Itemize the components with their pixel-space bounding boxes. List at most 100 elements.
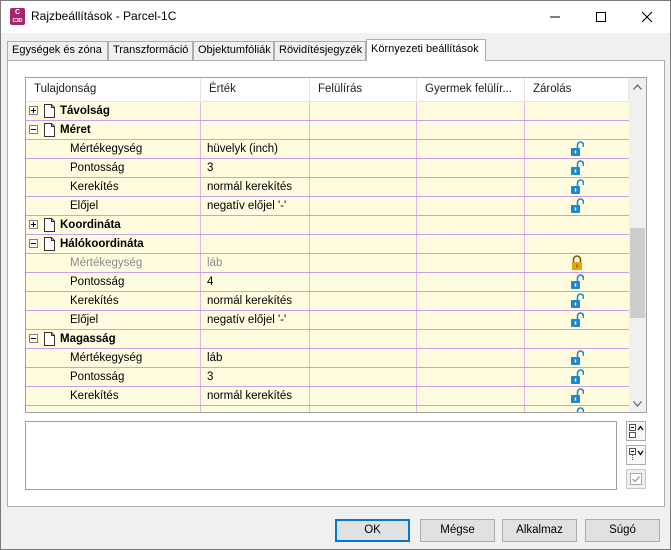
value-cell[interactable]: 3 <box>201 368 310 386</box>
child-override-cell[interactable] <box>417 159 525 177</box>
scroll-thumb[interactable] <box>630 228 645 318</box>
help-button[interactable]: Súgó <box>585 519 660 542</box>
value-cell[interactable]: normál kerekítés <box>201 292 310 310</box>
override-cell[interactable] <box>310 216 417 234</box>
property-cell[interactable]: Távolság <box>26 102 201 120</box>
child-override-cell[interactable] <box>417 197 525 215</box>
lock-cell[interactable] <box>525 216 634 234</box>
scroll-up-button[interactable] <box>629 78 646 95</box>
lock-cell[interactable] <box>525 178 634 196</box>
collapse-all-button[interactable] <box>626 445 646 465</box>
child-override-cell[interactable] <box>417 349 525 367</box>
column-header-tulajdonsag[interactable]: Tulajdonság <box>26 78 201 102</box>
override-cell[interactable] <box>310 197 417 215</box>
check-override-button[interactable] <box>626 469 646 489</box>
grid-property-row[interactable]: Kerekítés normál kerekítés <box>26 178 634 197</box>
override-cell[interactable] <box>310 368 417 386</box>
vertical-scrollbar[interactable] <box>629 78 646 412</box>
child-override-cell[interactable] <box>417 311 525 329</box>
unlocked-icon[interactable] <box>570 293 584 309</box>
unlocked-icon[interactable] <box>570 350 584 366</box>
grid-property-row[interactable]: Mértékegység láb <box>26 254 634 273</box>
override-cell[interactable] <box>310 254 417 272</box>
value-cell[interactable] <box>201 330 310 348</box>
grid-property-row[interactable]: Előjel negatív előjel '-' <box>26 311 634 330</box>
override-cell[interactable] <box>310 159 417 177</box>
value-cell[interactable]: negatív előjel '-' <box>201 311 310 329</box>
override-cell[interactable] <box>310 387 417 405</box>
grid-group-row[interactable]: Méret <box>26 121 634 140</box>
value-cell[interactable]: láb <box>201 349 310 367</box>
grid-group-row[interactable]: Koordináta <box>26 216 634 235</box>
ok-button[interactable]: OK <box>335 519 410 542</box>
tab-kornyezeti-beallitasok[interactable]: Környezeti beállítások <box>366 39 486 61</box>
expand-toggle-icon[interactable] <box>29 106 38 115</box>
property-cell[interactable]: Kerekítés <box>26 387 201 405</box>
unlocked-icon[interactable] <box>570 388 584 404</box>
lock-cell[interactable] <box>525 292 634 310</box>
property-cell[interactable]: Hálókoordináta <box>26 235 201 253</box>
collapse-toggle-icon[interactable] <box>29 239 38 248</box>
child-override-cell[interactable] <box>417 216 525 234</box>
override-cell[interactable] <box>310 140 417 158</box>
override-cell[interactable] <box>310 178 417 196</box>
property-cell[interactable]: Mértékegység <box>26 254 201 272</box>
collapse-toggle-icon[interactable] <box>29 125 38 134</box>
override-cell[interactable] <box>310 292 417 310</box>
property-cell[interactable]: Koordináta <box>26 216 201 234</box>
column-header-ertek[interactable]: Érték <box>201 78 310 102</box>
grid-property-row[interactable]: Pontosság 3 <box>26 159 634 178</box>
child-override-cell[interactable] <box>417 178 525 196</box>
tab-roviditesjegyzek[interactable]: Rövidítésjegyzék <box>274 41 366 60</box>
lock-cell[interactable] <box>525 235 634 253</box>
grid-property-row[interactable]: Kerekítés normál kerekítés <box>26 387 634 406</box>
unlocked-icon[interactable] <box>570 160 584 176</box>
child-override-cell[interactable] <box>417 330 525 348</box>
child-override-cell[interactable] <box>417 235 525 253</box>
override-cell[interactable] <box>310 330 417 348</box>
lock-cell[interactable] <box>525 406 634 412</box>
grid-group-row[interactable]: Távolság <box>26 102 634 121</box>
lock-cell[interactable] <box>525 121 634 139</box>
value-cell[interactable] <box>201 406 310 412</box>
value-cell[interactable]: normál kerekítés <box>201 178 310 196</box>
child-override-cell[interactable] <box>417 140 525 158</box>
column-header-felulírás[interactable]: Felülírás <box>310 78 417 102</box>
tab-transzformacio[interactable]: Transzformáció <box>108 41 193 60</box>
override-cell[interactable] <box>310 311 417 329</box>
unlocked-icon[interactable] <box>570 369 584 385</box>
close-button[interactable] <box>624 1 670 32</box>
child-override-cell[interactable] <box>417 292 525 310</box>
grid-property-row[interactable]: Pontosság 4 <box>26 273 634 292</box>
grid-property-row[interactable] <box>26 406 634 412</box>
value-cell[interactable]: láb <box>201 254 310 272</box>
value-cell[interactable] <box>201 235 310 253</box>
child-override-cell[interactable] <box>417 406 525 412</box>
child-override-cell[interactable] <box>417 368 525 386</box>
property-cell[interactable]: Előjel <box>26 197 201 215</box>
value-cell[interactable] <box>201 216 310 234</box>
unlocked-icon[interactable] <box>570 141 584 157</box>
child-override-cell[interactable] <box>417 254 525 272</box>
grid-property-row[interactable]: Mértékegység láb <box>26 349 634 368</box>
value-cell[interactable]: negatív előjel '-' <box>201 197 310 215</box>
title-bar[interactable]: C C3D Rajzbeállítások - Parcel-1C <box>1 1 670 33</box>
lock-cell[interactable] <box>525 140 634 158</box>
property-cell[interactable]: Kerekítés <box>26 178 201 196</box>
grid-group-row[interactable]: Magasság <box>26 330 634 349</box>
value-cell[interactable]: normál kerekítés <box>201 387 310 405</box>
column-header-gyermek-felulir[interactable]: Gyermek felülír... <box>417 78 525 102</box>
minimize-button[interactable] <box>532 1 578 32</box>
child-override-cell[interactable] <box>417 273 525 291</box>
override-cell[interactable] <box>310 406 417 412</box>
grid-property-row[interactable]: Kerekítés normál kerekítés <box>26 292 634 311</box>
cancel-button[interactable]: Mégse <box>420 519 495 542</box>
value-cell[interactable]: 3 <box>201 159 310 177</box>
scroll-down-button[interactable] <box>629 395 646 412</box>
property-cell[interactable]: Mértékegység <box>26 349 201 367</box>
collapse-toggle-icon[interactable] <box>29 334 38 343</box>
value-cell[interactable]: hüvelyk (inch) <box>201 140 310 158</box>
lock-cell[interactable] <box>525 102 634 120</box>
override-cell[interactable] <box>310 273 417 291</box>
expand-toggle-icon[interactable] <box>29 220 38 229</box>
